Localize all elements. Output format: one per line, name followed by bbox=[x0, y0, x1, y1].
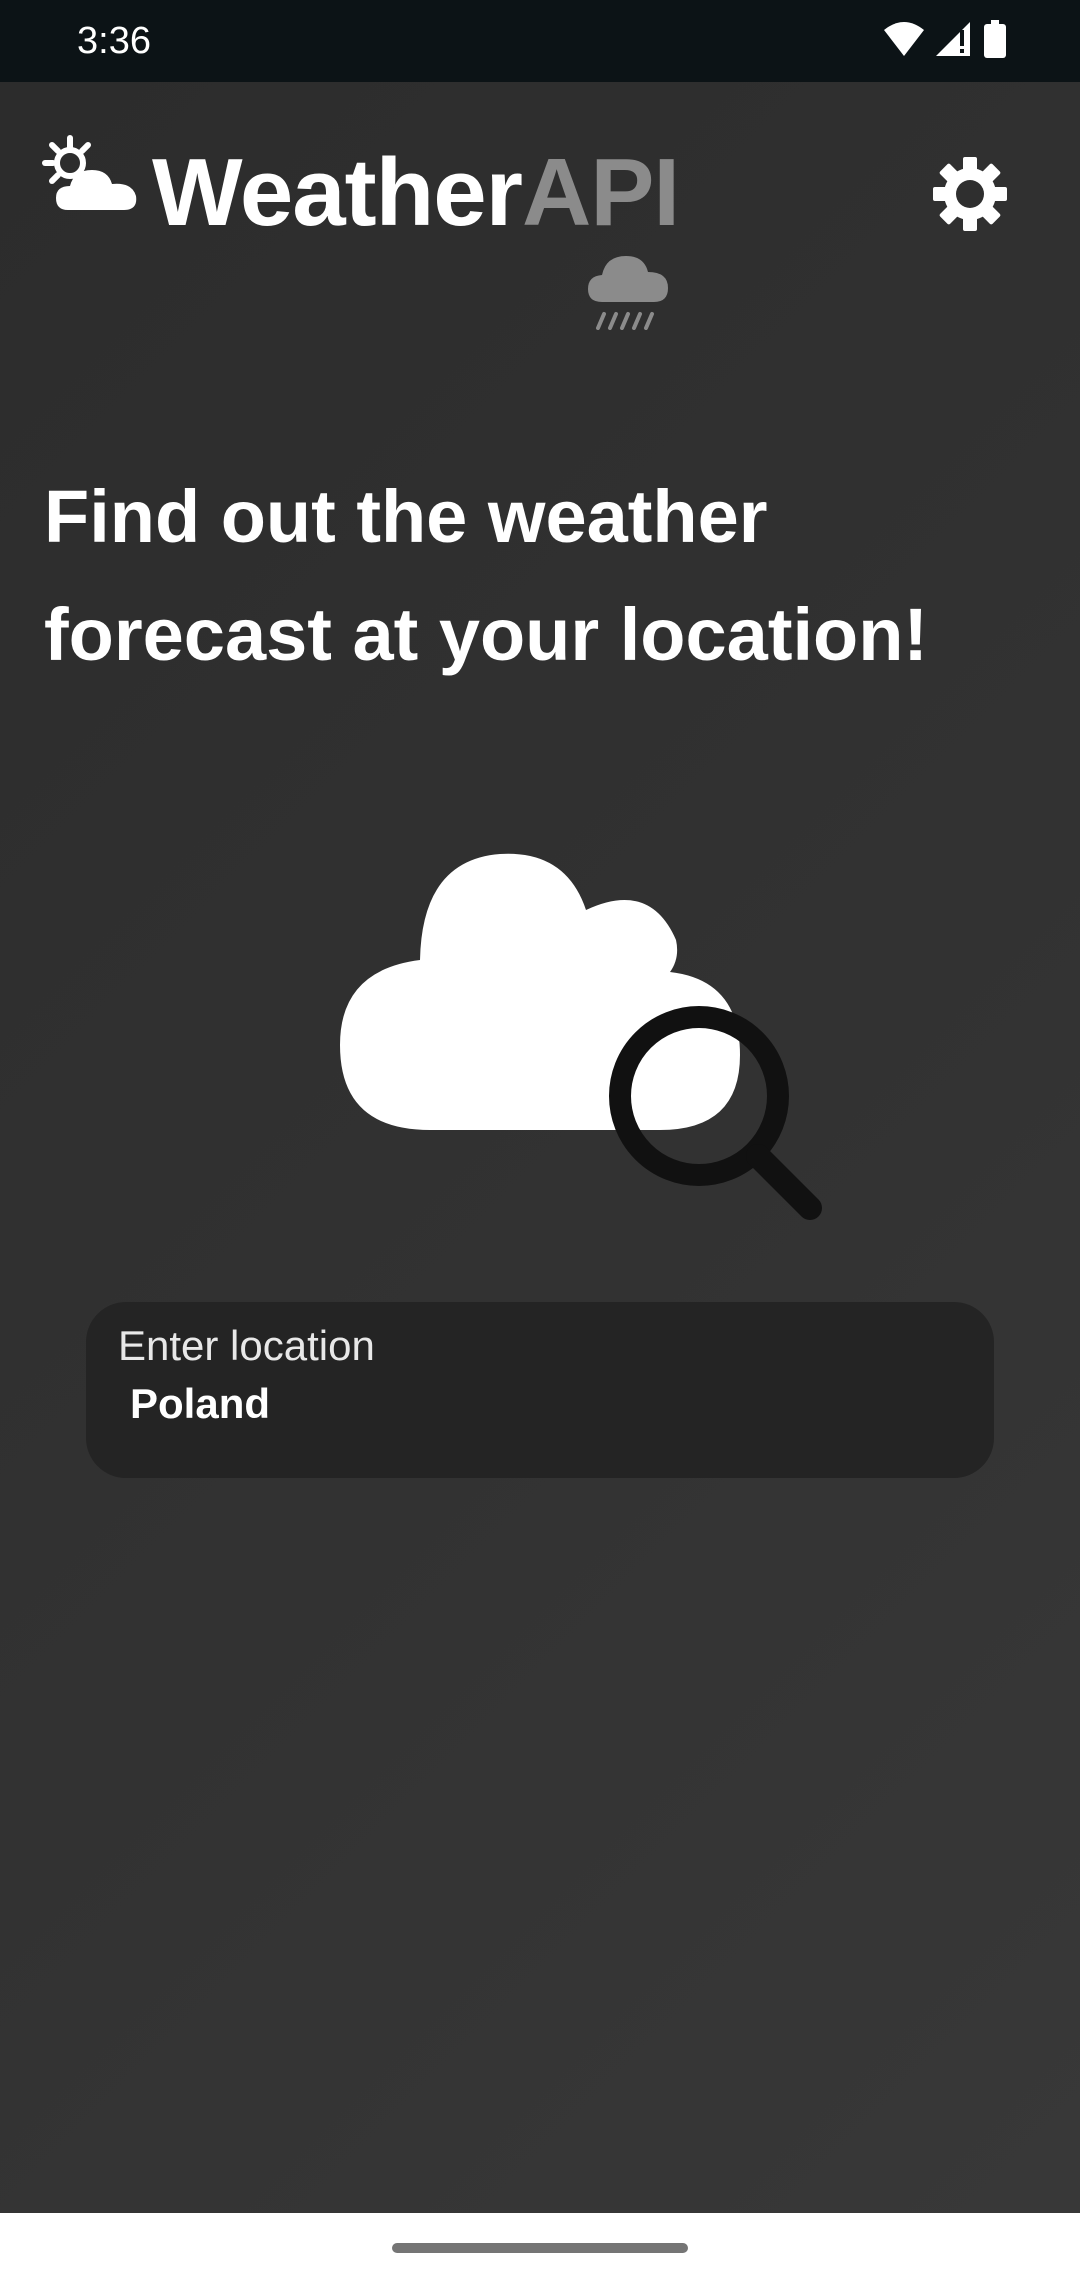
home-gesture-handle[interactable] bbox=[392, 2243, 688, 2253]
gear-icon bbox=[931, 155, 1009, 238]
headline: Find out the weather forecast at your lo… bbox=[44, 475, 929, 676]
cloud-rain-icon bbox=[584, 244, 672, 335]
status-icons bbox=[884, 18, 1006, 64]
status-bar: 3:36 bbox=[0, 0, 1080, 82]
brand-weather: Weather bbox=[152, 139, 523, 246]
cloud-search-icon bbox=[330, 840, 850, 1245]
wifi-icon bbox=[884, 21, 924, 61]
status-time: 3:36 bbox=[77, 20, 151, 62]
app-title: WeatherAPI bbox=[152, 138, 680, 248]
location-input-value[interactable]: Poland bbox=[130, 1376, 270, 1432]
partly-cloudy-icon bbox=[40, 134, 144, 223]
cellular-signal-icon bbox=[936, 21, 972, 61]
battery-icon bbox=[984, 19, 1006, 63]
settings-button[interactable] bbox=[920, 146, 1020, 246]
location-input[interactable]: Enter location Poland bbox=[86, 1302, 994, 1478]
location-input-label: Enter location bbox=[118, 1322, 375, 1369]
navigation-bar bbox=[0, 2213, 1080, 2280]
brand-api: API bbox=[522, 139, 680, 246]
